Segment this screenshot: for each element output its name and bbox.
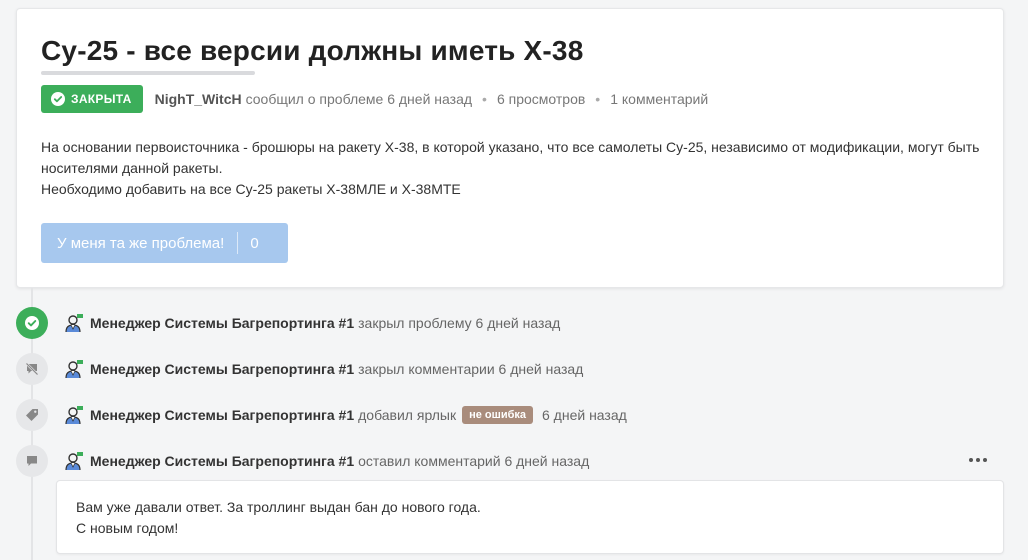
reported-text: сообщил о проблеме 6 дней назад — [245, 91, 473, 107]
same-problem-button[interactable]: У меня та же проблема! 0 — [41, 223, 288, 263]
comment-line: Вам уже давали ответ. За троллинг выдан … — [76, 499, 481, 515]
event-user[interactable]: Менеджер Системы Багрепортинга #1 — [90, 315, 354, 331]
timeline-event: Менеджер Системы Багрепортинга #1 остави… — [16, 445, 589, 477]
comment-line: С новым годом! — [76, 520, 179, 536]
issue-card: Су-25 - все версии должны иметь Х-38 ЗАК… — [16, 8, 1004, 288]
more-dot — [976, 458, 980, 462]
status-badge: ЗАКРЫТА — [41, 85, 143, 113]
same-problem-label: У меня та же проблема! — [57, 234, 225, 252]
manager-avatar-icon[interactable] — [64, 405, 84, 425]
title-underline — [41, 71, 255, 75]
timeline-event: Менеджер Системы Багрепортинга #1 закрыл… — [16, 307, 560, 339]
description-paragraph: На основании первоисточника - брошюры на… — [41, 139, 980, 176]
event-icon — [16, 353, 48, 385]
event-text: оставил комментарий 6 дней назад — [358, 453, 590, 469]
meta-separator: • — [482, 91, 487, 107]
manager-avatar-icon[interactable] — [64, 313, 84, 333]
status-badge-label: ЗАКРЫТА — [71, 92, 132, 106]
issue-description: На основании первоисточника - брошюры на… — [41, 137, 981, 200]
event-text: закрыл проблему 6 дней назад — [358, 315, 561, 331]
issue-title: Су-25 - все версии должны иметь Х-38 — [41, 35, 584, 66]
comments-count: 1 комментарий — [610, 91, 709, 107]
more-dot — [983, 458, 987, 462]
meta-separator: • — [595, 91, 601, 107]
more-options-icon[interactable] — [966, 450, 990, 470]
views-count: 6 просмотров — [496, 91, 586, 107]
event-text: добавил ярлык — [358, 407, 457, 423]
manager-avatar-icon[interactable] — [64, 451, 84, 471]
comment-icon — [27, 456, 37, 466]
event-user[interactable]: Менеджер Системы Багрепортинга #1 — [90, 407, 354, 423]
timeline-event: Менеджер Системы Багрепортинга #1 закрыл… — [16, 353, 583, 385]
description-paragraph: Необходимо добавить на все Су-25 ракеты … — [41, 181, 461, 197]
timeline-event: Менеджер Системы Багрепортинга #1 добави… — [16, 399, 627, 431]
manager-avatar-icon[interactable] — [64, 359, 84, 379]
event-user[interactable]: Менеджер Системы Багрепортинга #1 — [90, 453, 354, 469]
check-icon — [25, 316, 39, 330]
event-text: закрыл комментарии 6 дней назад — [358, 361, 584, 377]
author-link[interactable]: NighT_WitcH — [155, 91, 242, 107]
same-problem-count: 0 — [250, 234, 259, 252]
comment-body: Вам уже давали ответ. За троллинг выдан … — [56, 480, 1004, 554]
event-icon — [16, 307, 48, 339]
event-time: 6 дней назад — [542, 407, 627, 423]
button-divider — [237, 232, 239, 254]
event-icon — [16, 399, 48, 431]
label-tag[interactable]: не ошибка — [462, 406, 533, 424]
event-icon — [16, 445, 48, 477]
event-user[interactable]: Менеджер Системы Багрепортинга #1 — [90, 361, 354, 377]
tag-icon — [26, 409, 38, 421]
comments-locked-icon — [25, 362, 39, 376]
issue-meta: ЗАКРЫТА NighT_WitcH сообщил о проблеме 6… — [41, 85, 708, 113]
check-circle-icon — [51, 92, 65, 106]
more-dot — [969, 458, 973, 462]
